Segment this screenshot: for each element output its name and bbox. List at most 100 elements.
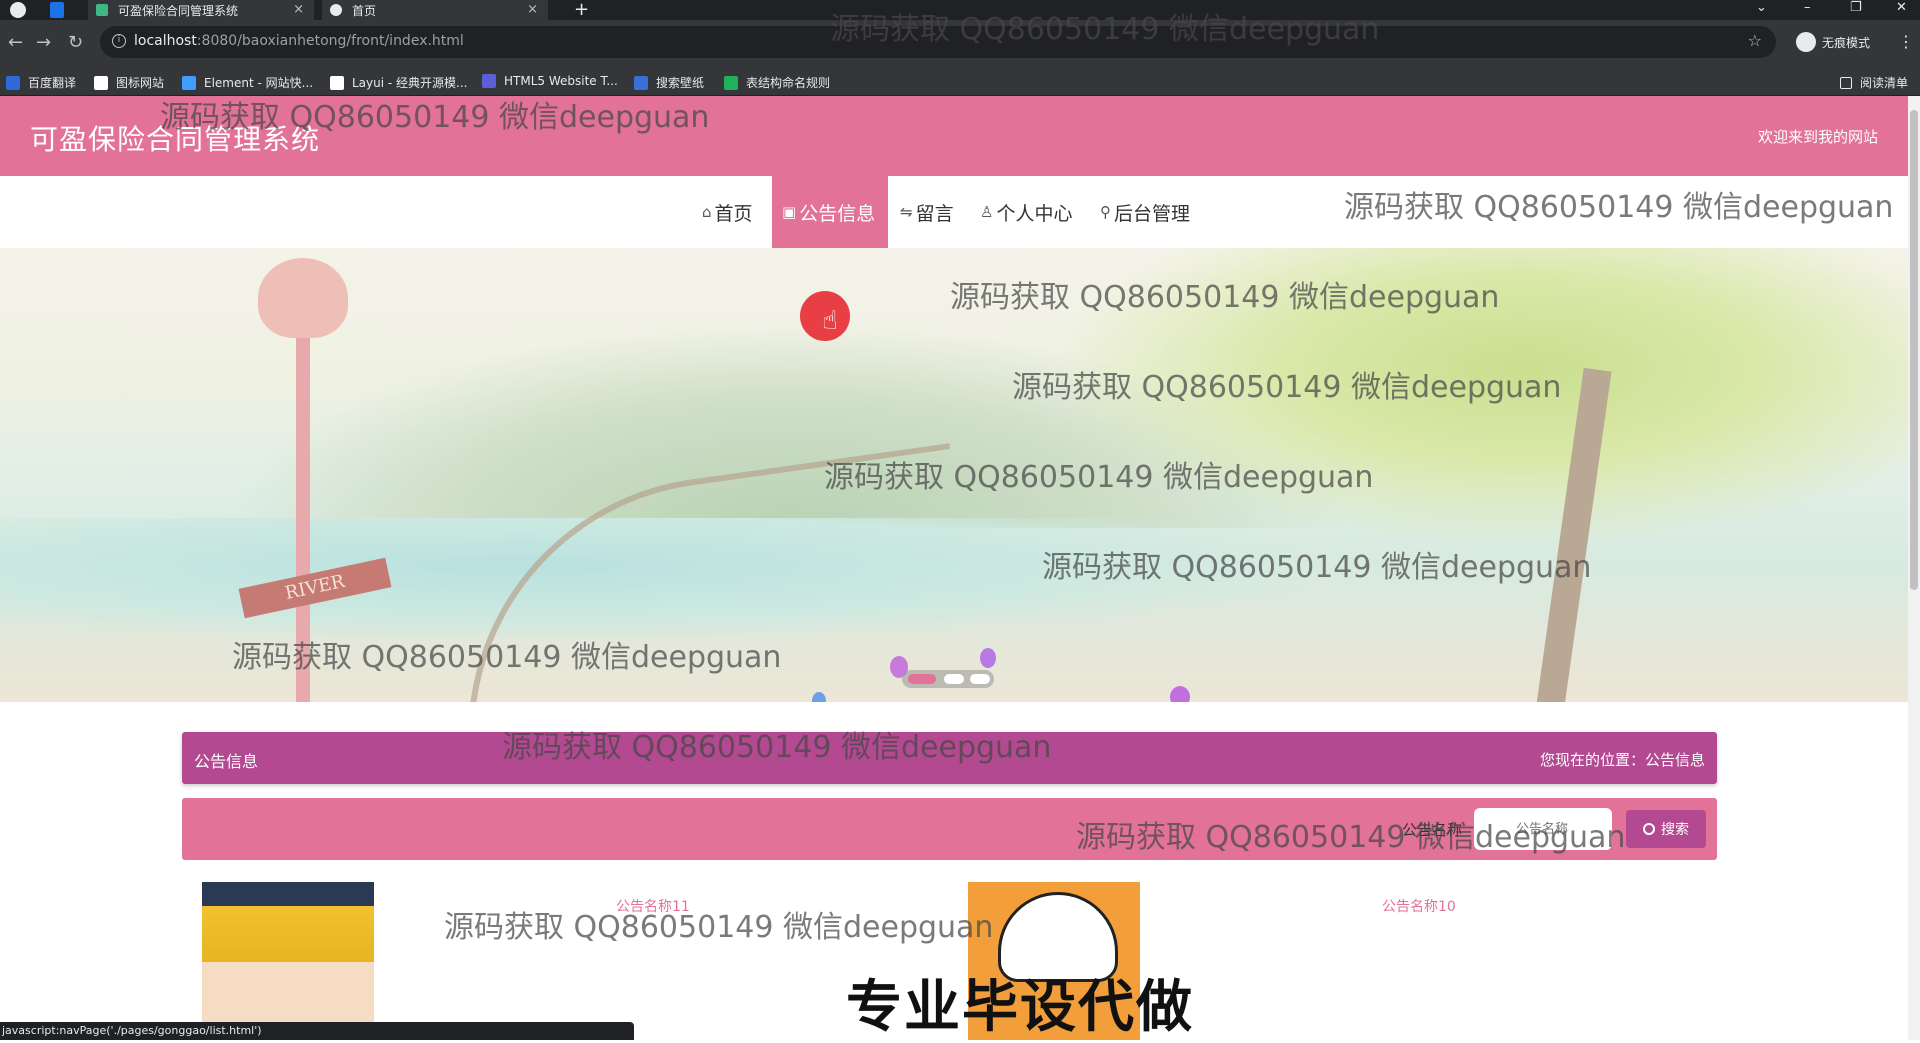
- new-tab-button[interactable]: +: [574, 0, 589, 20]
- nav-label: 留言: [915, 202, 954, 225]
- carousel-dot[interactable]: [970, 674, 990, 684]
- flag-icon: [94, 75, 108, 90]
- bookmark-item[interactable]: Element - 网站快...: [182, 74, 313, 91]
- notice-thumbnail[interactable]: [202, 882, 374, 1040]
- pinned-tab-icon[interactable]: [50, 2, 64, 18]
- search-icon: [1643, 823, 1655, 835]
- search-input[interactable]: [1474, 808, 1612, 850]
- layui-icon: [330, 75, 344, 90]
- welcome-text: 欢迎来到我的网站: [1757, 128, 1878, 146]
- incognito-label: 无痕模式: [1822, 35, 1871, 50]
- browser-tab-system[interactable]: 可盈保险合同管理系统 ×: [88, 0, 314, 20]
- hero-carousel[interactable]: RIVER: [0, 248, 1908, 702]
- wallpaper-icon: [634, 75, 648, 90]
- banner-tree: [1050, 248, 1908, 548]
- promo-overlay: 专业毕设代做: [846, 975, 1194, 1040]
- notice-icon: ▣: [782, 203, 797, 221]
- vue-icon: [96, 4, 108, 16]
- tab-title: 可盈保险合同管理系统: [118, 3, 239, 18]
- web-page: 可盈保险合同管理系统 欢迎来到我的网站 ⌂ 首页 ▣ 公告信息 ⇋ 留言 ♙ 个人中心 …: [0, 96, 1908, 1040]
- search-button-label: 搜索: [1661, 822, 1689, 838]
- banner-lamp-post: [296, 288, 310, 702]
- sheet-icon: [724, 75, 738, 90]
- bookmark-item[interactable]: 表结构命名规则: [724, 74, 830, 91]
- section-title: 公告信息: [194, 752, 259, 771]
- url-host: localhost: [134, 33, 197, 49]
- nav-admin[interactable]: ⚲ 后台管理: [1090, 176, 1200, 248]
- main-nav: ⌂ 首页 ▣ 公告信息 ⇋ 留言 ♙ 个人中心 ⚲ 后台管理: [0, 176, 1908, 248]
- bookmark-label: 百度翻译: [28, 76, 77, 90]
- banner-lamp: [258, 258, 348, 338]
- bookmark-label: 图标网站: [116, 76, 165, 90]
- bookmark-item[interactable]: 图标网站: [94, 74, 164, 91]
- user-icon: ♙: [980, 203, 994, 221]
- browser-tab-home[interactable]: 首页 ×: [322, 0, 548, 20]
- banner-flower: [980, 648, 996, 668]
- tab-close-icon[interactable]: ×: [527, 2, 538, 17]
- bookmark-star-icon[interactable]: ☆: [1748, 31, 1762, 50]
- carousel-dot-active[interactable]: [908, 674, 936, 684]
- browser-tab-strip: 可盈保险合同管理系统 × 首页 × + ⌄ – ❐ ✕: [0, 0, 1920, 20]
- scrollbar-thumb[interactable]: [1910, 110, 1918, 590]
- status-bar: javascript:navPage('./pages/gonggao/list…: [0, 1022, 634, 1040]
- bookmark-item[interactable]: Layui - 经典开源模...: [330, 74, 467, 91]
- back-icon[interactable]: ←: [8, 32, 23, 53]
- reload-icon[interactable]: ↻: [68, 32, 83, 53]
- reading-list-button[interactable]: 阅读清单: [1840, 74, 1908, 91]
- url-text[interactable]: localhost:8080/baoxianhetong/front/index…: [134, 33, 464, 49]
- element-icon: [182, 75, 196, 90]
- link-icon: ⚲: [1100, 203, 1111, 221]
- notice-title[interactable]: 公告名称10: [1382, 896, 1456, 916]
- bookmark-item[interactable]: HTML5 Website T...: [482, 74, 618, 88]
- search-bar: 公告名称 搜索: [182, 798, 1717, 860]
- site-title: 可盈保险合同管理系统: [30, 123, 321, 156]
- hand-cursor-icon: ☝: [822, 306, 838, 336]
- minimize-icon[interactable]: –: [1804, 0, 1811, 15]
- bookmark-label: Element - 网站快...: [204, 76, 314, 90]
- nav-label: 公告信息: [799, 202, 876, 225]
- bookmark-label: 搜索壁纸: [656, 76, 705, 90]
- search-label: 公告名称: [1402, 821, 1463, 839]
- bookmark-item[interactable]: 搜索壁纸: [634, 74, 704, 91]
- menu-icon[interactable]: ⋮: [1898, 32, 1914, 51]
- nav-label: 首页: [714, 202, 753, 225]
- message-icon: ⇋: [900, 203, 913, 221]
- home-icon: ⌂: [702, 203, 712, 221]
- bookmark-label: HTML5 Website T...: [504, 74, 618, 88]
- incognito-icon: [1796, 32, 1816, 52]
- incognito-indicator[interactable]: 无痕模式: [1796, 32, 1870, 52]
- forward-icon[interactable]: →: [36, 32, 51, 53]
- html5-icon: [482, 74, 496, 88]
- url-path: :8080/baoxianhetong/front/index.html: [196, 33, 464, 49]
- globe-icon: [330, 4, 342, 16]
- notice-card[interactable]: 公告名称11: [182, 882, 892, 1040]
- site-header: 可盈保险合同管理系统 欢迎来到我的网站: [0, 96, 1908, 176]
- nav-profile[interactable]: ♙ 个人中心: [970, 176, 1082, 248]
- bookmark-item[interactable]: 百度翻译: [6, 74, 76, 91]
- baidu-translate-icon: [6, 75, 20, 90]
- nav-notices[interactable]: ▣ 公告信息: [772, 176, 888, 248]
- bookmarks-bar: 百度翻译 图标网站 Element - 网站快... Layui - 经典开源模…: [0, 68, 1920, 96]
- search-button[interactable]: 搜索: [1626, 810, 1706, 848]
- page-scrollbar[interactable]: [1908, 96, 1920, 1040]
- close-window-icon[interactable]: ✕: [1896, 0, 1907, 15]
- site-info-icon[interactable]: i: [112, 34, 126, 48]
- url-field[interactable]: i localhost:8080/baoxianhetong/front/ind…: [100, 26, 1776, 58]
- banner-flower: [1170, 686, 1190, 702]
- reading-list-label: 阅读清单: [1860, 76, 1909, 90]
- carousel-indicators: [902, 670, 994, 688]
- nav-messages[interactable]: ⇋ 留言: [890, 176, 964, 248]
- bookmark-label: Layui - 经典开源模...: [352, 76, 468, 90]
- chrome-icon[interactable]: [10, 2, 26, 18]
- carousel-dot[interactable]: [944, 674, 964, 684]
- nav-label: 个人中心: [996, 202, 1073, 225]
- section-title-bar: 公告信息 您现在的位置：公告信息: [182, 732, 1717, 784]
- nav-home[interactable]: ⌂ 首页: [692, 176, 763, 248]
- bookmark-label: 表结构命名规则: [746, 76, 831, 90]
- restore-icon[interactable]: ❐: [1850, 0, 1862, 15]
- address-bar: ← → ↻ i localhost:8080/baoxianhetong/fro…: [0, 20, 1920, 68]
- breadcrumb: 您现在的位置：公告信息: [1539, 751, 1705, 769]
- tab-search-icon[interactable]: ⌄: [1756, 0, 1767, 15]
- tab-close-icon[interactable]: ×: [293, 2, 304, 17]
- notice-title[interactable]: 公告名称11: [616, 896, 690, 916]
